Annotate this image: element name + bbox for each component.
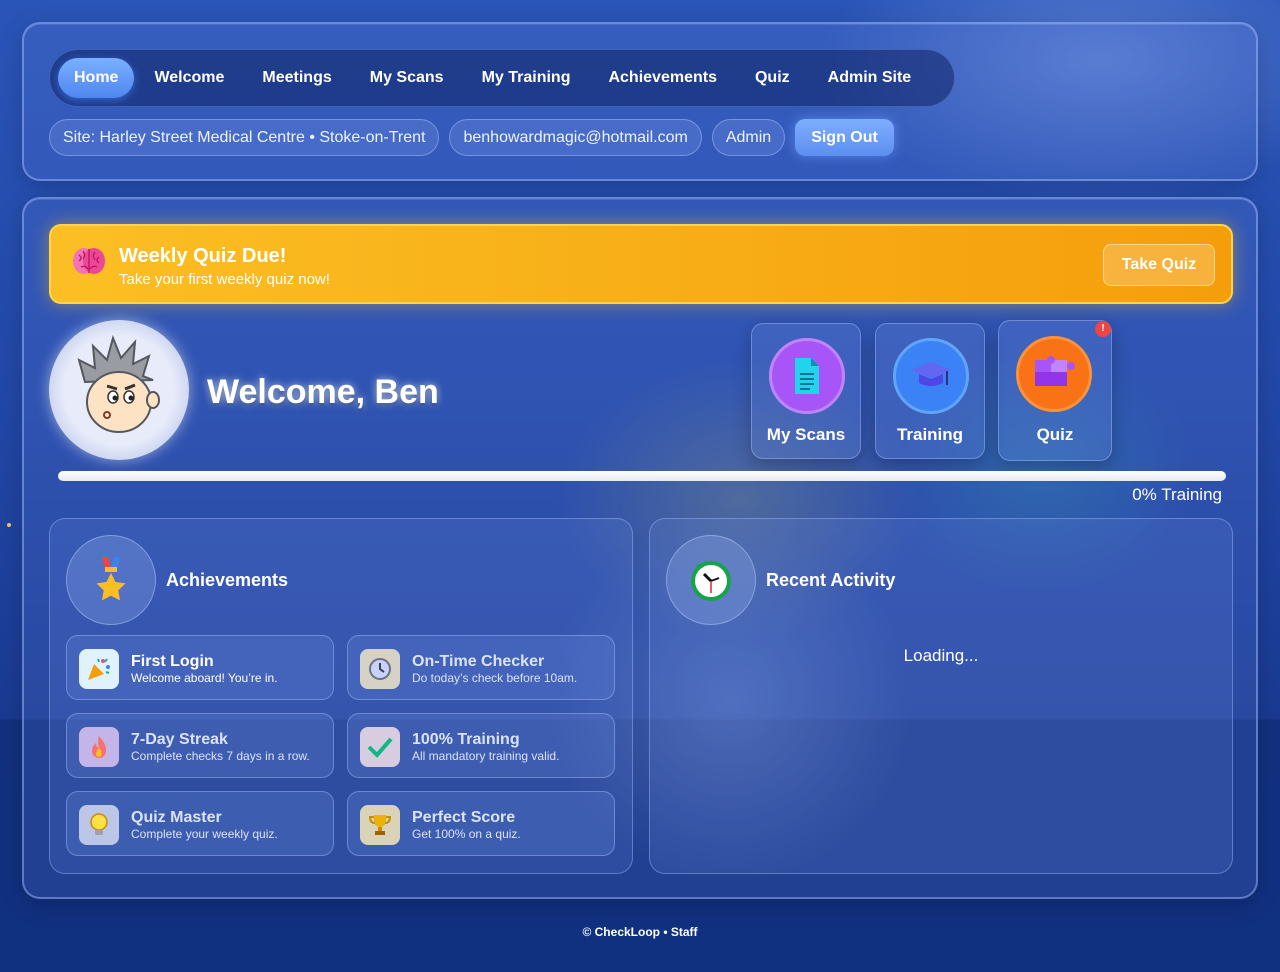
nav-my-scans[interactable]: My Scans — [352, 58, 462, 98]
graduation-cap-icon — [911, 362, 951, 386]
nav-welcome[interactable]: Welcome — [136, 58, 242, 98]
alarm-clock-icon — [691, 561, 731, 601]
checkmark-icon — [360, 727, 400, 767]
nav-home[interactable]: Home — [58, 58, 135, 98]
trophy-icon — [360, 805, 400, 845]
header-panel: Home Welcome Meetings My Scans My Traini… — [22, 22, 1258, 181]
achievement-desc: Do today’s check before 10am. — [412, 671, 578, 685]
tile-label: Training — [896, 425, 964, 444]
footer-text: © CheckLoop • Staff — [582, 925, 698, 939]
notification-badge: ! — [1095, 321, 1111, 337]
achievement-title: 7-Day Streak — [131, 731, 228, 748]
sign-out-button[interactable]: Sign Out — [795, 119, 894, 156]
achievement-title: 100% Training — [412, 731, 520, 748]
training-progress-bar — [58, 471, 1226, 481]
achievement-title: Perfect Score — [412, 809, 516, 826]
banner-title: Weekly Quiz Due! — [119, 245, 287, 267]
achievement-title: On-Time Checker — [412, 653, 545, 670]
achievement-title: First Login — [131, 653, 214, 670]
welcome-heading: Welcome, Ben — [207, 373, 439, 411]
nav-admin-site[interactable]: Admin Site — [810, 58, 930, 98]
medal-icon — [96, 557, 126, 601]
email-pill: benhowardmagic@hotmail.com — [449, 119, 702, 156]
main-panel: Weekly Quiz Due! Take your first weekly … — [22, 197, 1258, 899]
quiz-due-banner: Weekly Quiz Due! Take your first weekly … — [49, 224, 1233, 304]
training-progress-label: 0% Training — [1132, 485, 1222, 504]
role-pill: Admin — [711, 119, 786, 156]
tile-circle — [769, 338, 845, 414]
tile-circle — [893, 338, 969, 414]
training-tile[interactable]: Training — [875, 323, 985, 459]
achievement-on-time-checker: On-Time Checker Do today’s check before … — [347, 635, 615, 700]
cartoon-avatar-icon — [77, 334, 160, 433]
achievements-card: Achievements First Login Welcome aboard!… — [49, 518, 633, 874]
nav-my-training[interactable]: My Training — [464, 58, 589, 98]
main-nav: Home Welcome Meetings My Scans My Traini… — [49, 49, 955, 107]
achievement-desc: Complete your weekly quiz. — [131, 827, 278, 841]
document-icon — [795, 358, 819, 394]
flame-icon — [79, 727, 119, 767]
user-info-bar: Site: Harley Street Medical Centre • Sto… — [49, 119, 894, 156]
tile-label: My Scans — [766, 425, 846, 444]
banner-subtitle: Take your first weekly quiz now! — [119, 271, 330, 288]
tile-circle — [1016, 336, 1092, 412]
alarm-clock-icon-wrap — [666, 535, 756, 625]
recent-activity-card: Recent Activity Loading... — [649, 518, 1233, 874]
achievement-desc: All mandatory training valid. — [412, 749, 560, 763]
nav-achievements[interactable]: Achievements — [590, 58, 735, 98]
recent-activity-title: Recent Activity — [766, 570, 896, 590]
nav-meetings[interactable]: Meetings — [244, 58, 349, 98]
achievements-title: Achievements — [166, 570, 289, 590]
quiz-tile[interactable]: Quiz ! — [998, 320, 1112, 461]
site-pill: Site: Harley Street Medical Centre • Sto… — [49, 119, 440, 156]
avatar[interactable] — [49, 320, 189, 460]
puzzle-icon — [1035, 356, 1075, 386]
lightbulb-icon — [79, 805, 119, 845]
achievement-desc: Welcome aboard! You’re in. — [131, 671, 278, 685]
achievement-quiz-master: Quiz Master Complete your weekly quiz. — [66, 791, 334, 856]
my-scans-tile[interactable]: My Scans — [751, 323, 861, 459]
achievement-desc: Complete checks 7 days in a row. — [131, 749, 310, 763]
achievement-first-login: First Login Welcome aboard! You’re in. — [66, 635, 334, 700]
nav-quiz[interactable]: Quiz — [737, 58, 808, 98]
decorative-spark — [7, 523, 11, 527]
achievement-title: Quiz Master — [131, 809, 222, 826]
tile-label: Quiz — [1036, 425, 1074, 444]
achievement-7-day-streak: 7-Day Streak Complete checks 7 days in a… — [66, 713, 334, 778]
achievement-desc: Get 100% on a quiz. — [412, 827, 521, 841]
achievement-100-training: 100% Training All mandatory training val… — [347, 713, 615, 778]
activity-loading-text: Loading... — [903, 646, 979, 665]
medal-icon-wrap — [66, 535, 156, 625]
brain-icon — [73, 248, 105, 274]
party-popper-icon — [79, 649, 119, 689]
take-quiz-button[interactable]: Take Quiz — [1103, 244, 1215, 286]
achievement-perfect-score: Perfect Score Get 100% on a quiz. — [347, 791, 615, 856]
clock-icon — [360, 649, 400, 689]
